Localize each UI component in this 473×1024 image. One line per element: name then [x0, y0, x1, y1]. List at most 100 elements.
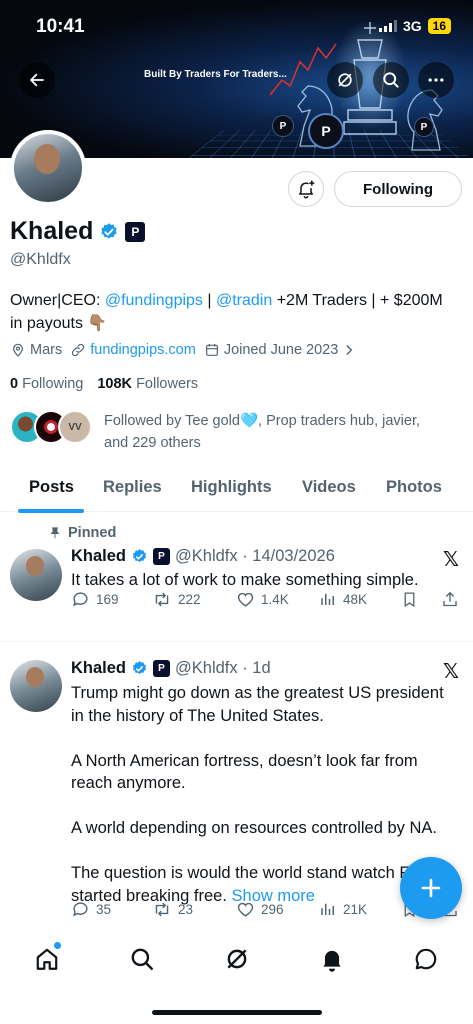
- home-icon: [36, 948, 58, 970]
- bell-icon: [323, 950, 341, 972]
- profile-name: Khaled: [10, 217, 94, 245]
- profile-handle: @Khldfx: [10, 251, 71, 268]
- reply-button[interactable]: 169: [71, 590, 119, 609]
- post-avatar[interactable]: [10, 660, 62, 712]
- following-button[interactable]: Following: [334, 171, 462, 207]
- pinned-indicator: Pinned: [48, 525, 116, 541]
- pin-icon: [50, 527, 60, 539]
- verified-badge-icon: [132, 661, 147, 675]
- share-button[interactable]: [441, 590, 459, 609]
- reply-button[interactable]: 35: [71, 900, 111, 919]
- back-button[interactable]: [19, 62, 55, 98]
- tab-replies[interactable]: Replies: [103, 478, 162, 497]
- network-type: 3G: [402, 18, 422, 34]
- post-author-name[interactable]: Khaled: [71, 547, 126, 566]
- grok-icon: [227, 949, 247, 969]
- follower-avatar: VV: [58, 410, 92, 444]
- more-options-button[interactable]: [418, 62, 454, 98]
- bio-mention-fundingpips[interactable]: @fundingpips: [105, 292, 203, 309]
- post-header: Khaled P @Khldfx · 14/03/2026: [71, 547, 335, 566]
- affiliate-badge-icon: P: [153, 660, 171, 677]
- bio-mention-tradin[interactable]: @tradin: [216, 292, 272, 309]
- nav-home[interactable]: [32, 942, 62, 974]
- x-logo-icon: 𝕏: [442, 661, 459, 683]
- link-icon: [72, 343, 85, 357]
- verified-badge-icon: [132, 549, 147, 563]
- profile-location: Mars: [10, 342, 62, 358]
- post-header: Khaled P @Khldfx · 1d: [71, 659, 271, 678]
- verified-badge-icon[interactable]: [99, 222, 119, 242]
- repost-button[interactable]: 222: [152, 590, 201, 609]
- battery-icon: 16: [427, 18, 451, 34]
- search-button[interactable]: [373, 62, 409, 98]
- calendar-icon: [205, 344, 218, 356]
- more-dots-icon: [428, 78, 444, 82]
- post-meta: @Khldfx · 1d: [175, 659, 271, 677]
- follow-counts: 0 Following 108K Followers: [10, 376, 198, 392]
- reply-icon: [73, 901, 88, 916]
- nav-messages[interactable]: [411, 944, 441, 974]
- profile-joined[interactable]: Joined June 2023: [204, 342, 357, 358]
- like-button[interactable]: 1.4K: [236, 590, 289, 609]
- profile-bio: Owner|CEO: @fundingpips | @tradin +2M Tr…: [10, 292, 443, 332]
- views-button[interactable]: 21K: [319, 900, 367, 918]
- reply-icon: [73, 591, 88, 606]
- arrow-left-icon: [30, 73, 44, 87]
- repost-icon: [155, 902, 169, 916]
- profile-meta: Mars fundingpips.com Joined June 2023: [10, 342, 356, 358]
- affiliate-badge-icon: P: [153, 548, 171, 565]
- plus-icon: [421, 878, 441, 898]
- search-icon: [131, 948, 153, 970]
- search-icon: [383, 72, 399, 88]
- status-time: 10:41: [36, 16, 85, 37]
- repost-icon: [155, 592, 169, 606]
- grok-button[interactable]: [327, 62, 363, 98]
- bookmark-icon: [404, 591, 415, 607]
- post-text: It takes a lot of work to make something…: [71, 571, 419, 589]
- compose-post-button[interactable]: [400, 857, 462, 919]
- followers-count-link[interactable]: 108K Followers: [97, 376, 198, 392]
- profile-tabs: Posts Replies Highlights Videos Photos: [0, 466, 473, 513]
- notifications-toggle-button[interactable]: [288, 171, 324, 207]
- profile-avatar[interactable]: [10, 130, 86, 206]
- banner-logo-small: P: [272, 115, 294, 137]
- bookmark-button[interactable]: [401, 590, 418, 609]
- nav-notifications[interactable]: [317, 944, 347, 974]
- banner-logo-right: P: [414, 117, 434, 137]
- notification-dot: [54, 942, 61, 949]
- nav-search[interactable]: [127, 944, 157, 974]
- views-button[interactable]: 48K: [319, 590, 367, 608]
- tab-highlights[interactable]: Highlights: [191, 478, 272, 497]
- post-avatar[interactable]: [10, 549, 62, 601]
- tab-photos[interactable]: Photos: [386, 478, 442, 497]
- post-item-pinned[interactable]: Pinned Khaled P @Khldfx · 14/03/2026 𝕏 I…: [0, 513, 473, 641]
- following-count-link[interactable]: 0 Following: [10, 376, 83, 392]
- nav-grok[interactable]: [222, 944, 252, 974]
- share-icon: [443, 591, 457, 606]
- like-button[interactable]: 296: [236, 900, 284, 919]
- tab-posts[interactable]: Posts: [29, 478, 74, 497]
- heart-icon: [237, 902, 254, 917]
- location-pin-icon: [13, 343, 23, 357]
- profile-website[interactable]: fundingpips.com: [70, 342, 196, 358]
- followed-by-text: Followed by Tee gold🩵, Prop traders hub,…: [104, 413, 421, 451]
- profile-name-row: Khaled P: [10, 217, 146, 246]
- signal-icon: [378, 20, 397, 32]
- chat-bubble-icon: [415, 948, 437, 970]
- banner-tagline: Built By Traders For Traders...: [144, 69, 287, 80]
- post-author-name[interactable]: Khaled: [71, 659, 126, 678]
- bell-plus-icon: [299, 180, 315, 199]
- tab-videos[interactable]: Videos: [302, 478, 356, 497]
- views-chart-icon: [321, 903, 334, 915]
- chevron-right-icon: [346, 345, 353, 355]
- views-chart-icon: [321, 593, 334, 605]
- affiliate-badge-icon[interactable]: P: [125, 221, 146, 242]
- profile-banner[interactable]: 10:41 3G 16 Built By Traders For Traders…: [0, 0, 473, 158]
- home-indicator: [152, 1010, 322, 1015]
- status-indicators: 3G 16: [378, 18, 451, 34]
- heart-icon: [237, 592, 254, 607]
- followed-by-row[interactable]: VV Followed by Tee gold🩵, Prop traders h…: [10, 410, 444, 454]
- repost-button[interactable]: 23: [152, 900, 193, 919]
- post-meta: @Khldfx · 14/03/2026: [175, 547, 335, 565]
- grok-icon: [338, 73, 352, 87]
